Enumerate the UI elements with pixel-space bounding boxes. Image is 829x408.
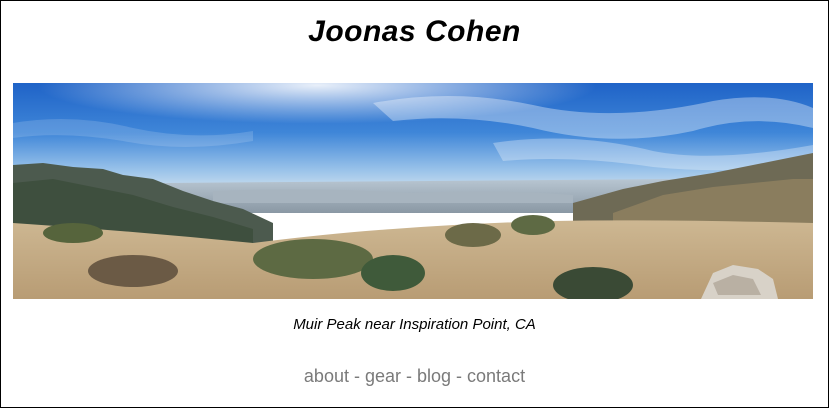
site-nav: about - gear - blog - contact <box>1 366 828 387</box>
photo-caption: Muir Peak near Inspiration Point, CA <box>293 316 536 333</box>
hero-photo <box>13 83 813 299</box>
nav-separator: - <box>401 366 417 386</box>
page-frame: Joonas Cohen Muir Peak near Inspiration … <box>0 0 829 408</box>
nav-separator: - <box>348 366 365 386</box>
site-title: Joonas Cohen <box>308 15 521 48</box>
nav-link-contact[interactable]: contact <box>467 366 525 386</box>
nav-link-gear[interactable]: gear <box>365 366 401 386</box>
nav-link-about[interactable]: about <box>304 366 349 386</box>
nav-link-blog[interactable]: blog <box>417 366 451 386</box>
nav-separator: - <box>451 366 468 386</box>
